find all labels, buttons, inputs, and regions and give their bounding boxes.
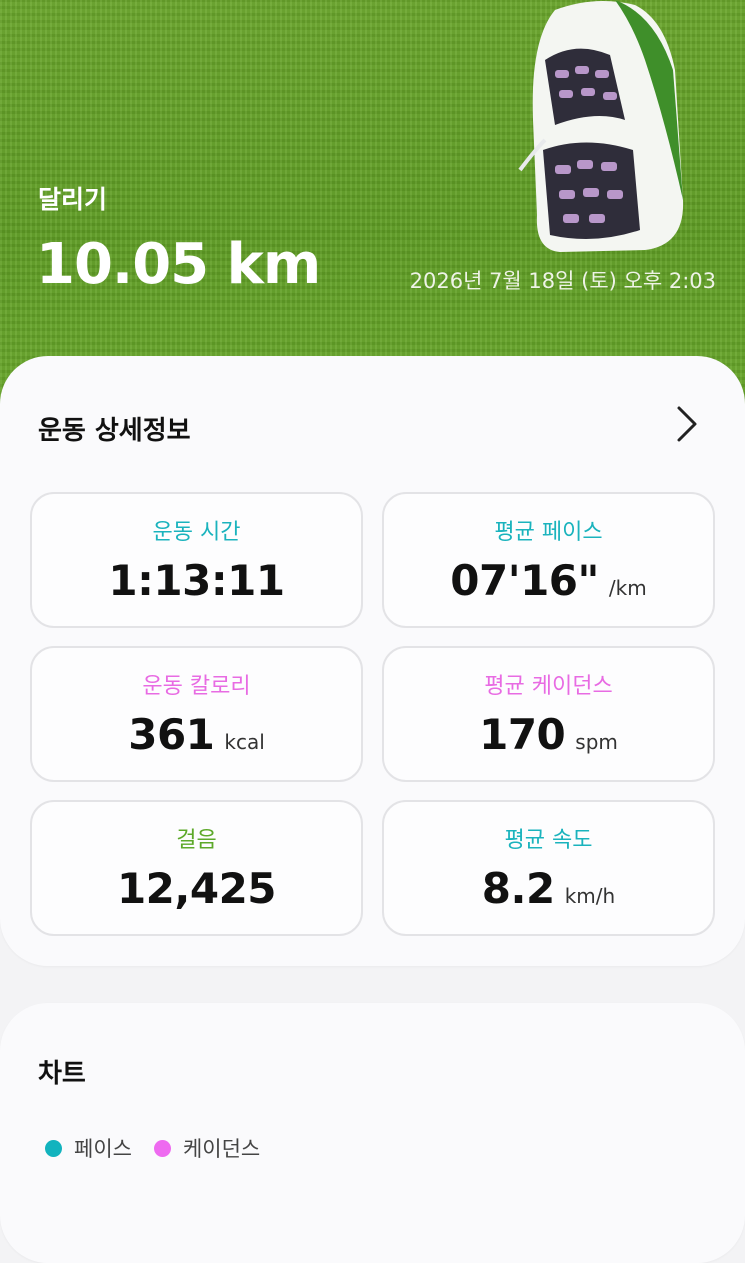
running-shoe-icon <box>518 0 684 252</box>
stat-value: 170 <box>479 710 566 759</box>
workout-detail-card[interactable]: 운동 상세정보 운동 시간 1:13:11 평균 페이스 07'16" /km 운… <box>0 356 745 966</box>
stat-label: 걸음 <box>176 828 217 853</box>
stat-tile-avg-pace: 평균 페이스 07'16" /km <box>382 492 715 628</box>
activity-type: 달리기 <box>38 185 108 214</box>
stat-tile-avg-speed: 평균 속도 8.2 km/h <box>382 800 715 936</box>
legend-label: 케이던스 <box>182 1137 261 1161</box>
stat-label: 운동 시간 <box>152 520 241 545</box>
stat-tile-duration: 운동 시간 1:13:11 <box>30 492 363 628</box>
total-distance: 10.05 km <box>36 232 321 297</box>
stat-label: 평균 페이스 <box>494 520 603 545</box>
stat-value: 1:13:11 <box>108 556 285 605</box>
stat-label: 운동 칼로리 <box>142 674 251 699</box>
legend-item-pace: 페이스 <box>45 1133 132 1163</box>
workout-datetime: 2026년 7월 18일 (토) 오후 2:03 <box>409 269 716 293</box>
stat-unit: km/h <box>564 884 616 908</box>
chart-legend: 페이스 케이던스 <box>45 1133 282 1163</box>
legend-item-cadence: 케이던스 <box>153 1133 261 1163</box>
cadence-legend-dot-icon <box>153 1139 171 1157</box>
stat-label: 평균 케이던스 <box>484 674 613 699</box>
chevron-right-icon[interactable] <box>675 404 699 444</box>
stat-unit: /km <box>608 576 647 600</box>
stat-unit: spm <box>575 730 618 754</box>
stat-tile-avg-cadence: 평균 케이던스 170 spm <box>382 646 715 782</box>
detail-card-title: 운동 상세정보 <box>38 416 191 446</box>
stat-tile-calories: 운동 칼로리 361 kcal <box>30 646 363 782</box>
stat-label: 평균 속도 <box>504 828 593 853</box>
stat-value: 07'16" <box>450 556 599 605</box>
stat-unit: kcal <box>224 730 265 754</box>
pace-legend-dot-icon <box>45 1139 62 1157</box>
chart-card[interactable]: 차트 페이스 케이던스 <box>0 1003 745 1263</box>
stat-tile-steps: 걸음 12,425 <box>30 800 363 936</box>
legend-label: 페이스 <box>74 1137 132 1161</box>
chart-card-title: 차트 <box>38 1059 86 1089</box>
stat-value: 8.2 <box>481 864 555 913</box>
stat-value: 361 <box>128 710 215 759</box>
stat-value: 12,425 <box>116 864 277 913</box>
